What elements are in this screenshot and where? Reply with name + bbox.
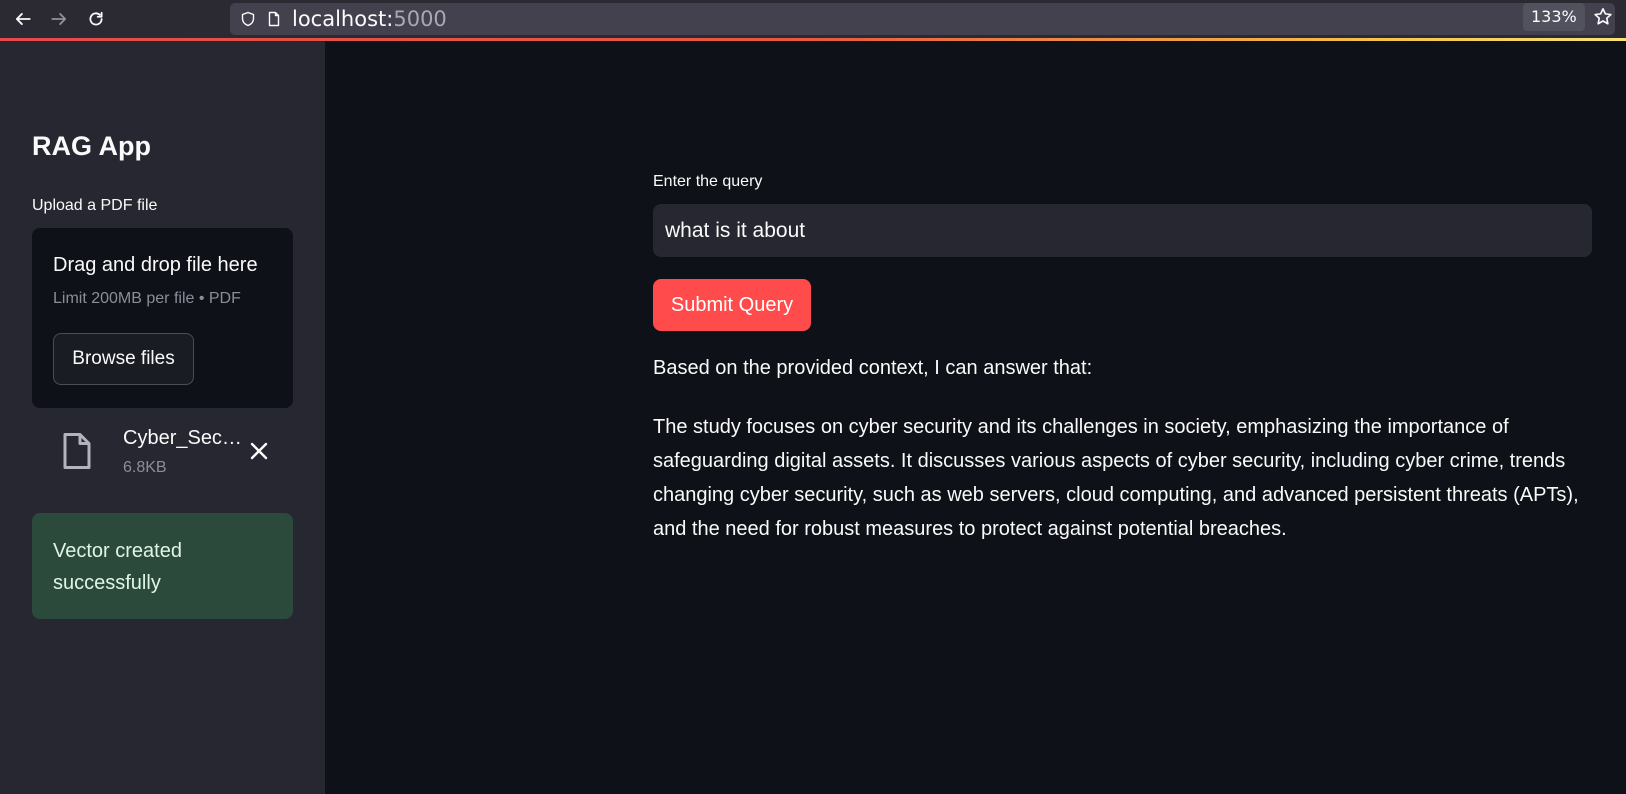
file-name: Cyber_Sec… xyxy=(123,427,242,449)
main-content: Enter the query what is it about Submit … xyxy=(325,41,1626,794)
reload-button[interactable] xyxy=(82,5,110,33)
shield-icon[interactable] xyxy=(240,11,256,27)
answer-intro: Based on the provided context, I can ans… xyxy=(653,357,1093,379)
success-alert: Vector created successfully xyxy=(32,513,293,619)
file-icon xyxy=(63,433,91,469)
query-input[interactable]: what is it about xyxy=(653,204,1592,257)
reload-icon xyxy=(89,11,103,26)
file-dropzone[interactable]: Drag and drop file here Limit 200MB per … xyxy=(32,228,293,408)
url-bar[interactable]: localhost:5000 xyxy=(230,3,1615,35)
success-message: Vector created successfully xyxy=(53,540,182,594)
app-title: RAG App xyxy=(32,131,151,161)
close-icon[interactable] xyxy=(247,439,271,463)
back-button[interactable] xyxy=(9,5,37,33)
query-label: Enter the query xyxy=(653,173,763,190)
submit-query-button[interactable]: Submit Query xyxy=(653,279,811,331)
browse-files-button[interactable]: Browse files xyxy=(53,333,194,385)
browser-toolbar: localhost:5000 133% xyxy=(0,0,1626,38)
arrow-left-icon xyxy=(15,13,31,25)
arrow-right-icon xyxy=(51,13,67,25)
bookmark-star-icon[interactable] xyxy=(1593,7,1613,27)
answer-body: The study focuses on cyber security and … xyxy=(653,416,1579,540)
uploaded-file-item: Cyber_Sec… 6.8KB xyxy=(32,418,293,486)
zoom-level-badge[interactable]: 133% xyxy=(1523,3,1585,31)
forward-button[interactable] xyxy=(45,5,73,33)
url-text[interactable]: localhost:5000 xyxy=(292,7,447,31)
dropzone-limit-text: Limit 200MB per file • PDF xyxy=(53,290,241,307)
file-size: 6.8KB xyxy=(123,459,167,476)
dropzone-title: Drag and drop file here xyxy=(53,254,258,276)
upload-label: Upload a PDF file xyxy=(32,197,158,214)
page-icon[interactable] xyxy=(266,11,282,27)
